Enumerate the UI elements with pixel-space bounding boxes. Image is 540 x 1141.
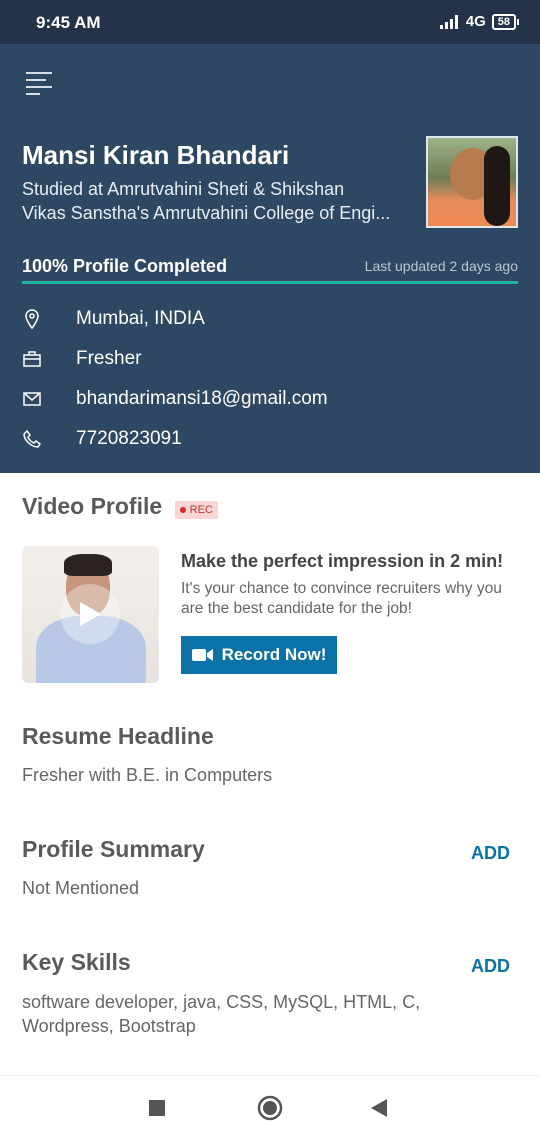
video-thumbnail[interactable] (22, 546, 159, 683)
location-row: Mumbai, INDIA (22, 304, 205, 334)
key-skills-text: software developer, java, CSS, MySQL, HT… (22, 992, 421, 1036)
profile-header: Mansi Kiran Bhandari Studied at Amrutvah… (0, 44, 540, 473)
record-now-button[interactable]: Record Now! (181, 636, 337, 674)
rec-dot-icon (179, 506, 186, 513)
profile-summary-title: Profile Summary (22, 836, 205, 862)
battery-icon: 58 (491, 13, 520, 30)
key-skills-title: Key Skills (22, 949, 131, 975)
signal-icon (439, 14, 458, 29)
phone-text: 7720823091 (76, 428, 182, 449)
email-text: bhandarimansi18@gmail.com (76, 388, 328, 409)
avatar[interactable] (426, 136, 518, 228)
completion-progress-fill (22, 281, 518, 284)
education-line-1: Studied at Amrutvahini Sheti & Shikshan (22, 179, 345, 199)
recent-apps-icon[interactable] (148, 1099, 166, 1117)
location-text: Mumbai, INDIA (76, 308, 205, 329)
profile-summary-add-button[interactable]: ADD (471, 843, 510, 864)
completion-row: 100% Profile Completed Last updated 2 da… (22, 256, 518, 280)
rec-badge: REC (174, 500, 218, 519)
home-icon[interactable] (257, 1095, 283, 1121)
profile-name: Mansi Kiran Bhandari (22, 140, 290, 170)
status-bar: 9:45 AM 4G 58 (0, 0, 540, 44)
video-profile-headline: Make the perfect impression in 2 min! (181, 551, 504, 571)
video-profile-description: It's your chance to convince recruiters … (181, 580, 502, 617)
completion-text: 100% Profile Completed (22, 256, 228, 276)
network-type: 4G (465, 13, 486, 30)
status-icons: 4G 58 (439, 13, 520, 30)
key-skills-add-button[interactable]: ADD (471, 956, 510, 977)
play-icon[interactable] (60, 584, 120, 644)
email-row: bhandarimansi18@gmail.com (22, 384, 328, 414)
mail-icon (22, 389, 42, 409)
video-camera-icon (191, 649, 213, 661)
phone-row: 7720823091 (22, 424, 182, 454)
system-navigation-bar (0, 1075, 540, 1141)
video-profile-title: Video Profile (22, 493, 163, 519)
experience-text: Fresher (76, 348, 142, 369)
education-line-2: Vikas Sanstha's Amrutvahini College of E… (22, 203, 391, 223)
menu-icon[interactable] (26, 72, 52, 95)
profile-summary-text: Not Mentioned (22, 878, 140, 898)
experience-row: Fresher (22, 344, 141, 374)
phone-icon (22, 429, 42, 449)
record-now-label: Record Now! (221, 645, 327, 664)
education-text: Studied at Amrutvahini Sheti & Shikshan … (22, 177, 412, 225)
status-time: 9:45 AM (36, 13, 101, 32)
resume-headline-title: Resume Headline (22, 723, 214, 749)
rec-badge-label: REC (189, 503, 213, 516)
back-icon[interactable] (370, 1098, 388, 1118)
completion-progress-bar (22, 281, 518, 284)
video-profile-header: Video Profile REC (22, 493, 218, 520)
location-pin-icon (22, 309, 42, 329)
last-updated: Last updated 2 days ago (364, 258, 518, 274)
resume-headline-text: Fresher with B.E. in Computers (22, 765, 273, 785)
briefcase-icon (22, 349, 42, 369)
